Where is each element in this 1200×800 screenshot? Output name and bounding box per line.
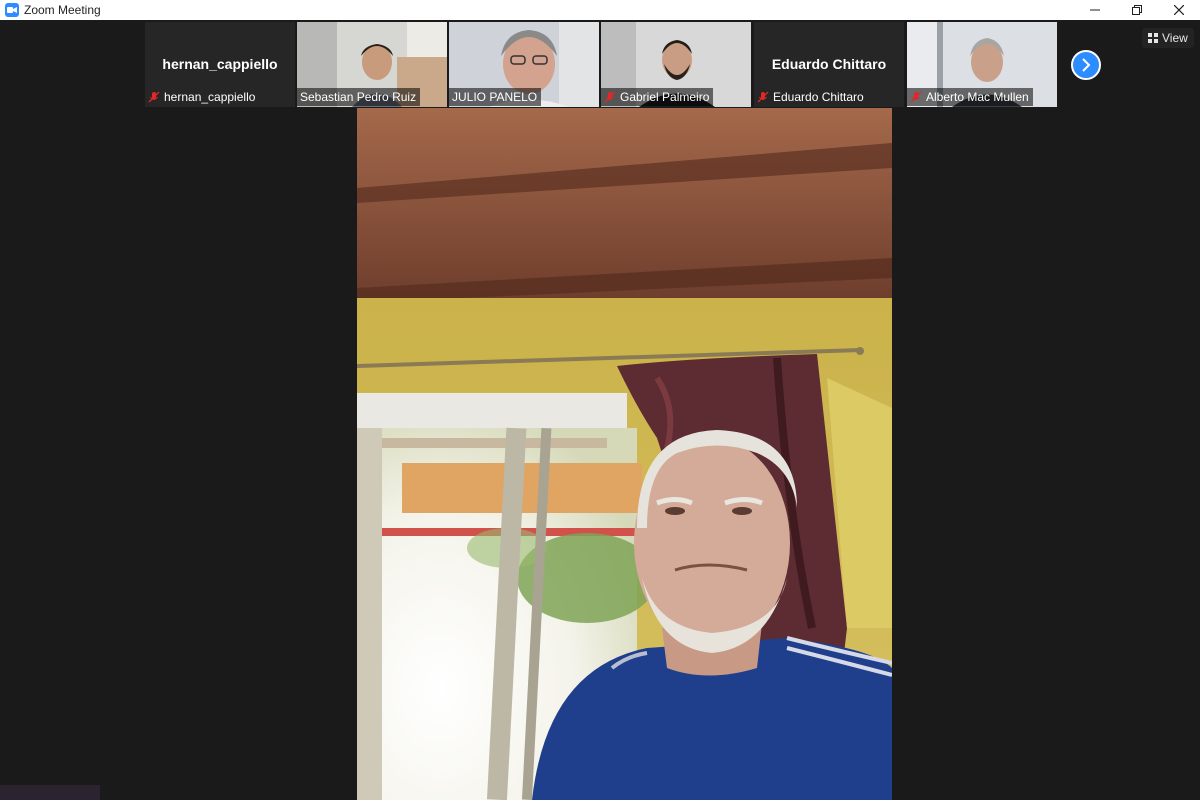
participant-name-label: Alberto Mac Mullen xyxy=(907,88,1033,106)
active-speaker-video xyxy=(357,108,892,800)
close-button[interactable] xyxy=(1158,0,1200,20)
muted-mic-icon xyxy=(604,91,616,103)
view-button[interactable]: View xyxy=(1142,28,1194,48)
window-title: Zoom Meeting xyxy=(24,3,101,17)
participant-display-name: hernan_cappiello xyxy=(162,56,278,72)
title-bar: Zoom Meeting xyxy=(0,0,1200,20)
close-icon xyxy=(1174,5,1184,15)
participant-name: Gabriel Palmeiro xyxy=(620,90,710,104)
muted-mic-icon xyxy=(910,91,922,103)
participant-tile[interactable]: hernan_cappiello hernan_cappiello xyxy=(145,22,295,107)
window-controls xyxy=(1074,0,1200,20)
chevron-right-icon xyxy=(1082,58,1091,72)
minimize-icon xyxy=(1090,9,1100,11)
next-page-button[interactable] xyxy=(1071,50,1101,80)
participant-name-label: Sebastian Pedro Ruiz xyxy=(297,88,421,106)
participant-tile[interactable]: JULIO PANELO xyxy=(449,22,599,107)
participant-name: hernan_cappiello xyxy=(164,90,256,104)
participant-name-label: hernan_cappiello xyxy=(145,88,259,106)
participant-name-label: JULIO PANELO xyxy=(449,88,542,106)
participant-tile[interactable]: Gabriel Palmeiro xyxy=(601,22,751,107)
participant-name: Sebastian Pedro Ruiz xyxy=(300,90,417,104)
participant-name-label: Gabriel Palmeiro xyxy=(601,88,714,106)
participant-strip: hernan_cappiello hernan_cappiello Sebast… xyxy=(0,20,1200,108)
participant-name: JULIO PANELO xyxy=(452,90,538,104)
restore-button[interactable] xyxy=(1116,0,1158,20)
grid-view-icon xyxy=(1148,33,1158,43)
zoom-camera-icon xyxy=(5,3,19,17)
muted-mic-icon xyxy=(148,91,160,103)
view-button-label: View xyxy=(1162,31,1188,45)
participant-tile[interactable]: Alberto Mac Mullen xyxy=(907,22,1057,107)
speaker-video-frame xyxy=(357,108,892,800)
minimize-button[interactable] xyxy=(1074,0,1116,20)
participant-name-label: Eduardo Chittaro xyxy=(754,88,868,106)
participant-tile[interactable]: Sebastian Pedro Ruiz xyxy=(297,22,447,107)
participant-tile[interactable]: Eduardo Chittaro Eduardo Chittaro xyxy=(754,22,904,107)
participant-name: Alberto Mac Mullen xyxy=(926,90,1029,104)
restore-icon xyxy=(1132,5,1142,15)
participant-display-name: Eduardo Chittaro xyxy=(771,56,887,72)
self-view-thumbnail[interactable] xyxy=(0,785,100,800)
participant-name: Eduardo Chittaro xyxy=(773,90,864,104)
muted-mic-icon xyxy=(757,91,769,103)
